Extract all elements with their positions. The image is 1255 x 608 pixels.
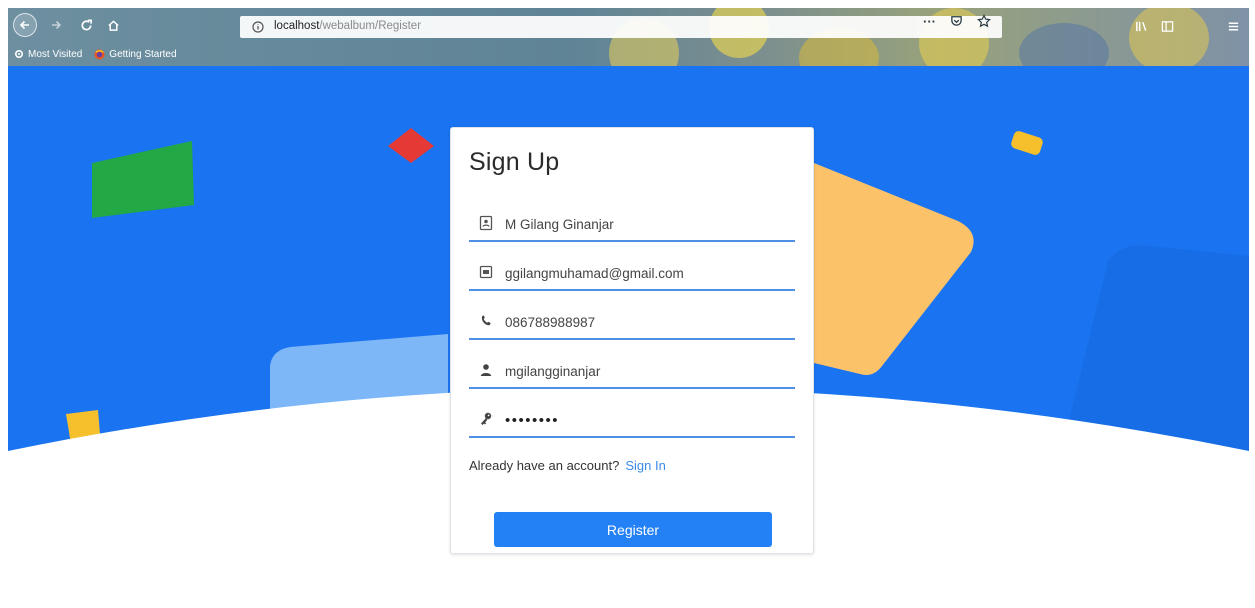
app-root: localhost/webalbum/Register ··· Most Vis… — [0, 0, 1255, 608]
browser-chrome: localhost/webalbum/Register ··· Most Vis… — [8, 8, 1249, 66]
forward-button[interactable] — [48, 17, 64, 33]
back-button[interactable] — [13, 13, 37, 37]
info-icon — [252, 21, 264, 33]
username-input[interactable] — [505, 359, 789, 383]
full-name-field[interactable] — [469, 208, 795, 242]
bookmark-most-visited[interactable]: Most Visited — [14, 49, 82, 60]
page-title: Sign Up — [469, 148, 560, 176]
phone-input[interactable] — [505, 310, 789, 334]
reload-button[interactable] — [78, 17, 94, 33]
bookmark-star-button[interactable] — [977, 14, 991, 31]
library-button[interactable] — [1133, 18, 1149, 34]
password-input[interactable] — [505, 408, 789, 432]
menu-button[interactable] — [1225, 18, 1241, 34]
pocket-button[interactable] — [950, 14, 963, 31]
firefox-icon — [94, 49, 105, 59]
page-actions-button[interactable]: ··· — [923, 14, 936, 31]
home-icon — [107, 19, 119, 31]
bookmark-label: Getting Started — [109, 48, 177, 60]
phone-icon — [481, 315, 491, 326]
full-name-input[interactable] — [505, 212, 789, 236]
signin-link[interactable]: Sign In — [625, 458, 665, 473]
gear-icon — [14, 49, 24, 59]
bookmark-label: Most Visited — [28, 48, 83, 60]
phone-field[interactable] — [469, 306, 795, 340]
url-text[interactable]: localhost/webalbum/Register — [274, 20, 421, 32]
id-card-icon — [479, 215, 493, 231]
key-icon — [481, 412, 492, 425]
reload-icon — [81, 19, 92, 30]
signup-card: Sign Up Already hav — [450, 127, 814, 554]
password-field[interactable] — [469, 404, 795, 438]
register-page: Sign Up Already hav — [8, 66, 1249, 608]
user-icon — [480, 364, 492, 376]
arrow-right-icon — [52, 20, 62, 30]
email-input[interactable] — [505, 261, 789, 285]
email-field[interactable] — [469, 257, 795, 291]
hamburger-menu-icon — [1228, 22, 1238, 30]
arrow-left-icon — [19, 20, 29, 30]
bookmark-getting-started[interactable]: Getting Started — [94, 48, 177, 60]
home-button[interactable] — [105, 17, 121, 33]
bookmarks-toolbar: Most Visited Getting Started — [14, 46, 177, 62]
url-bar[interactable]: localhost/webalbum/Register — [240, 16, 1002, 38]
url-path: /webalbum/Register — [319, 20, 422, 32]
url-host: localhost — [274, 20, 320, 32]
envelope-icon — [479, 265, 493, 279]
sidebar-icon — [1161, 20, 1173, 32]
library-icon — [1135, 21, 1146, 31]
username-field[interactable] — [469, 355, 795, 389]
signin-prompt: Already have an account? — [469, 458, 620, 473]
star-icon — [977, 14, 991, 28]
register-button[interactable]: Register — [494, 512, 772, 547]
signin-prompt-row: Already have an account? Sign In — [469, 458, 666, 473]
pocket-icon — [951, 16, 962, 26]
url-actions: ··· — [923, 14, 991, 31]
sidebar-button[interactable] — [1159, 18, 1175, 34]
